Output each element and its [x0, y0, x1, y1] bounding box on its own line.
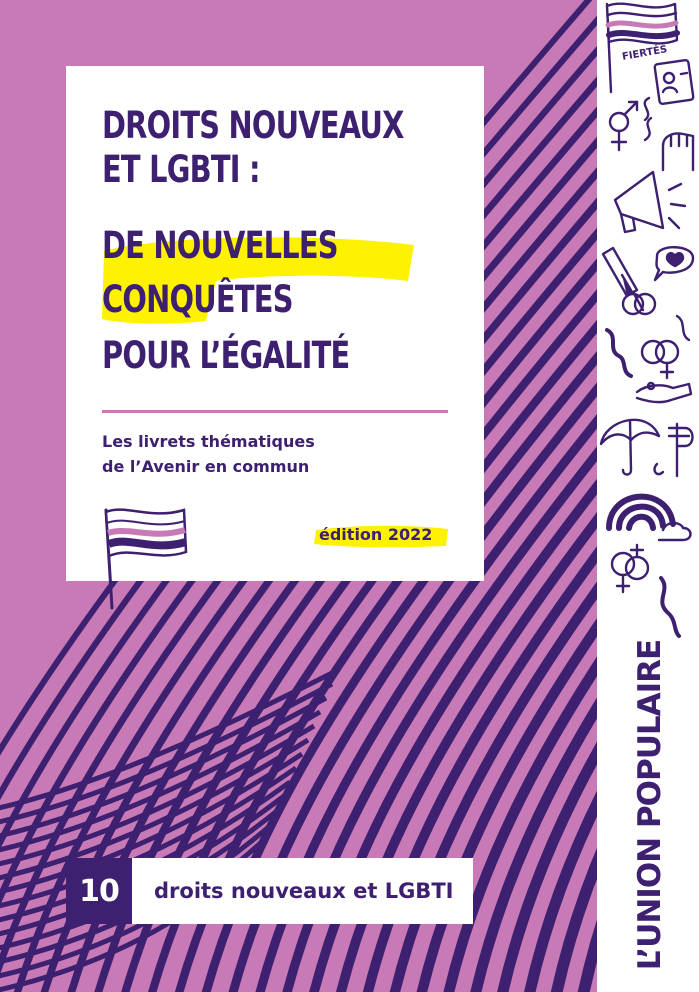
megaphone-icon [613, 170, 687, 234]
squiggle-icon [643, 96, 653, 142]
title-line-4: CONQUÊTES [102, 278, 294, 321]
raised-fist-icon [661, 132, 695, 172]
title-line-3: DE NOUVELLES [102, 224, 339, 267]
rainbow-icon [606, 493, 692, 542]
squiggle-icon [605, 328, 633, 378]
umbrella-icon [599, 418, 661, 476]
collection-label: droits nouveaux et LGBTI [132, 858, 474, 924]
rings-icon [621, 292, 680, 380]
title-line-5: POUR L’ÉGALITÉ [102, 334, 350, 377]
title-line-1: DROITS NOUVEAUX [102, 104, 404, 147]
peso-symbol-icon [667, 422, 694, 478]
divider [102, 410, 448, 413]
gender-symbols-icon [608, 100, 639, 152]
edition-label: édition 2022 [319, 525, 433, 544]
squiggle-icon [675, 314, 691, 342]
brand-logo: L’UNION POPULAIRE [632, 639, 668, 971]
pride-flag-icon [104, 508, 188, 610]
collection-number: 10 [66, 858, 132, 924]
squiggle-icon [659, 576, 681, 638]
interlocked-female-symbols-icon [610, 543, 650, 594]
title-card: DROITS NOUVEAUX ET LGBTI : DE NOUVELLES … [66, 66, 484, 610]
heart-speech-bubble-icon [653, 246, 695, 282]
book-cover: DROITS NOUVEAUX ET LGBTI : DE NOUVELLES … [0, 0, 699, 992]
subtitle-line-1: Les livrets thématiques [102, 432, 315, 451]
sidebar-doodles [599, 2, 695, 638]
leaf-icon [653, 462, 665, 476]
subtitle-line-2: de l’Avenir en commun [102, 457, 310, 476]
hand-icon [635, 381, 693, 404]
title-line-2: ET LGBTI : [102, 148, 261, 191]
id-card-icon [653, 59, 695, 105]
collection-banner: 10 droits nouveaux et LGBTI [66, 858, 474, 924]
